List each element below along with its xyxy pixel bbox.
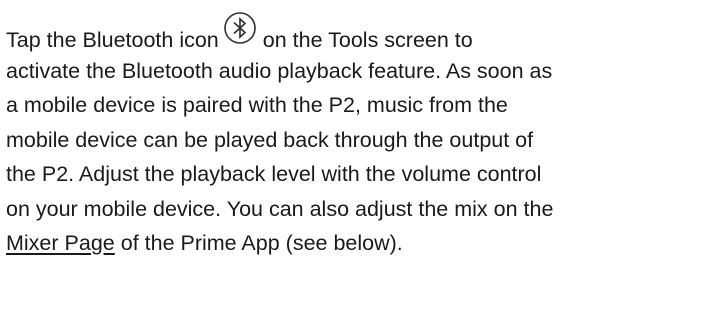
paragraph-line-7: Mixer Page of the Prime App (see below). (6, 226, 696, 261)
text-after-link: of the Prime App (see below). (120, 231, 403, 255)
text-after-icon: on the Tools screen to (262, 28, 473, 52)
paragraph-line-2: activate the Bluetooth audio playback fe… (6, 58, 553, 83)
paragraph-line-6: on your mobile device. You can also adju… (6, 196, 554, 221)
mixer-page-link[interactable]: Mixer Page (6, 231, 115, 255)
paragraph-line-3: a mobile device is paired with the P2, m… (6, 93, 508, 117)
paragraph-line-1: Tap the Bluetooth icon on the Tools scre… (6, 12, 696, 54)
text-before-icon: Tap the Bluetooth icon (6, 28, 219, 52)
paragraph-line-5: the P2. Adjust the playback level with t… (6, 162, 542, 186)
bluetooth-icon (223, 11, 257, 45)
paragraph-line-4: mobile device can be played back through… (6, 127, 534, 152)
instruction-paragraph: Tap the Bluetooth icon on the Tools scre… (6, 12, 696, 261)
